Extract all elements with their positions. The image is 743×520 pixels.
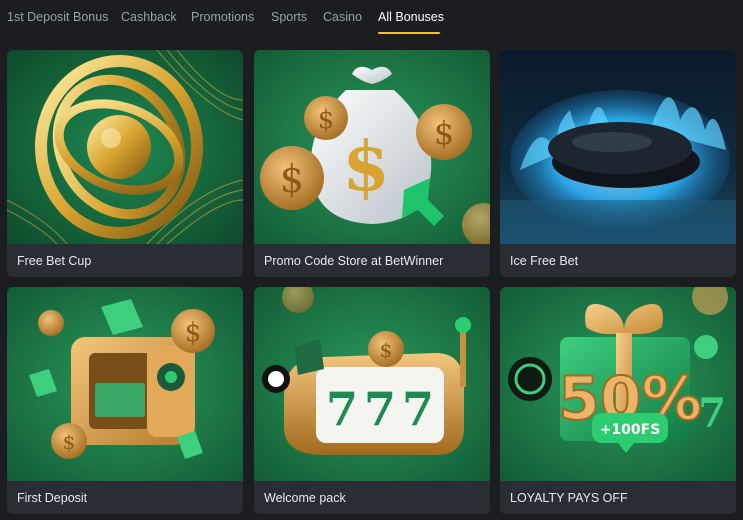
tab-all-bonuses[interactable]: All Bonuses xyxy=(378,10,444,24)
card-title: Welcome pack xyxy=(264,491,346,505)
ice-free-bet-image xyxy=(500,50,736,244)
tab-promotions[interactable]: Promotions xyxy=(191,10,254,24)
card-title: Ice Free Bet xyxy=(510,254,579,268)
svg-text:7: 7 xyxy=(698,390,726,437)
free-spins-badge: +100FS xyxy=(600,422,661,438)
active-tab-indicator xyxy=(378,32,440,34)
bonus-card-ice-free-bet[interactable]: Ice Free Bet xyxy=(500,50,736,277)
svg-text:$: $ xyxy=(63,430,76,454)
svg-text:7: 7 xyxy=(326,382,358,436)
svg-text:$: $ xyxy=(280,157,304,201)
first-deposit-image: $ $ xyxy=(7,287,243,481)
bonus-category-tabs: 1st Deposit Bonus Cashback Promotions Sp… xyxy=(0,0,743,40)
card-title: Promo Code Store at BetWinner xyxy=(264,254,444,268)
welcome-pack-image: 7 7 7 $ xyxy=(254,287,490,481)
card-title: First Deposit xyxy=(17,491,88,505)
tab-casino[interactable]: Casino xyxy=(323,10,362,24)
svg-text:$: $ xyxy=(434,114,454,152)
bonus-card-welcome-pack[interactable]: 7 7 7 $ Welcome pack xyxy=(254,287,490,514)
loyalty-pays-off-image: 50% +100FS 7 xyxy=(500,287,736,481)
svg-text:7: 7 xyxy=(364,382,396,436)
bonus-card-first-deposit[interactable]: $ $ First Deposit xyxy=(7,287,243,514)
svg-text:$: $ xyxy=(185,318,202,348)
svg-text:7: 7 xyxy=(402,382,434,436)
free-bet-cup-image xyxy=(7,50,243,244)
bonus-card-loyalty-pays-off[interactable]: 50% +100FS 7 LOYALTY PAYS OFF xyxy=(500,287,736,514)
card-title: Free Bet Cup xyxy=(17,254,92,268)
bonus-card-free-bet-cup[interactable]: Free Bet Cup xyxy=(7,50,243,277)
bonus-card-promo-code-store[interactable]: $ $ $ $ Promo Code Store at BetWinner xyxy=(254,50,490,277)
svg-text:$: $ xyxy=(342,127,389,207)
promo-code-store-image: $ $ $ $ xyxy=(254,50,490,244)
tab-cashback[interactable]: Cashback xyxy=(121,10,177,24)
svg-text:$: $ xyxy=(318,105,335,135)
tab-sports[interactable]: Sports xyxy=(271,10,307,24)
tab-1st-deposit-bonus[interactable]: 1st Deposit Bonus xyxy=(7,10,108,24)
svg-text:$: $ xyxy=(380,338,393,362)
card-title: LOYALTY PAYS OFF xyxy=(510,491,628,505)
